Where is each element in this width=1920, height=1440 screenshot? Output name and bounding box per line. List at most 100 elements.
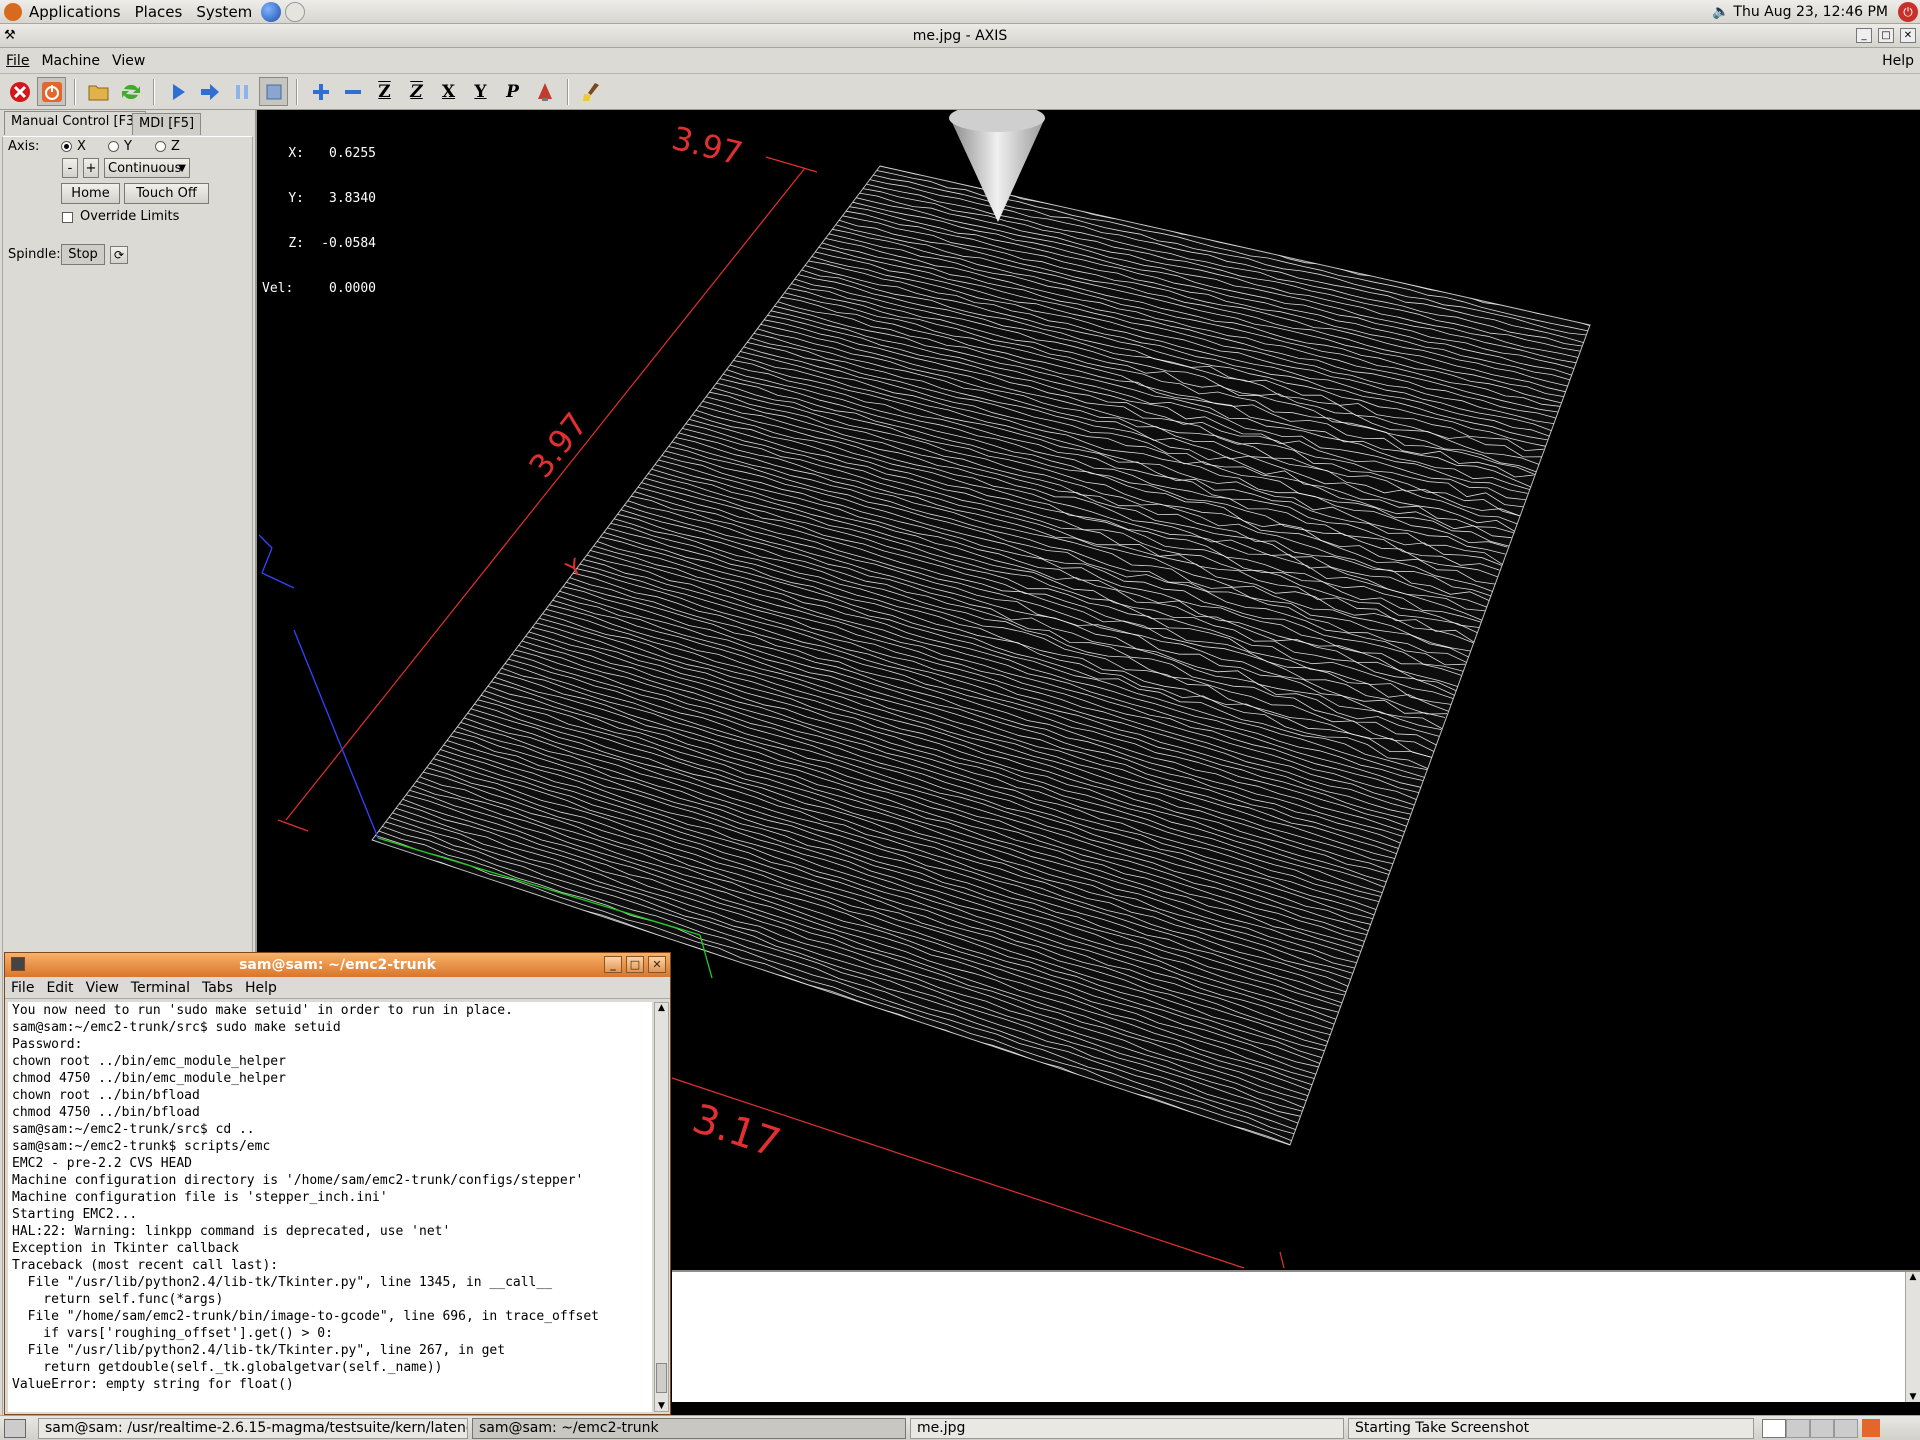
- view-z2-icon[interactable]: Z: [402, 77, 431, 106]
- workspace-1-icon[interactable]: [1762, 1418, 1786, 1438]
- task-axis[interactable]: me.jpg: [910, 1417, 1344, 1439]
- minimize-icon[interactable]: _: [604, 956, 622, 973]
- terminal-menu-help[interactable]: Help: [239, 980, 283, 996]
- mail-icon[interactable]: [285, 1, 306, 22]
- open-file-icon[interactable]: [84, 77, 113, 106]
- terminal-line: File "/usr/lib/python2.4/lib-tk/Tkinter.…: [12, 1275, 553, 1290]
- window-menu-icon[interactable]: ⚒: [4, 24, 16, 48]
- scroll-up-icon[interactable]: ▲: [1906, 1272, 1920, 1282]
- axis-menubar: File Machine View Help: [0, 48, 1920, 74]
- web-browser-icon[interactable]: [261, 1, 282, 22]
- reload-icon[interactable]: [116, 77, 145, 106]
- minimize-icon[interactable]: _: [1856, 28, 1872, 43]
- power-icon[interactable]: [37, 77, 66, 106]
- close-icon[interactable]: ✕: [1900, 28, 1916, 43]
- clear-plot-icon[interactable]: [577, 77, 606, 106]
- terminal-line: Password:: [12, 1037, 83, 1052]
- terminal-line: chown root ../bin/bfload: [12, 1088, 200, 1103]
- scroll-up-icon[interactable]: ▲: [655, 1003, 668, 1013]
- axis-title-bar: ⚒ me.jpg - AXIS _ □ ✕: [0, 24, 1920, 48]
- menu-help[interactable]: Help: [1876, 53, 1920, 69]
- terminal-line: ValueError: empty string for float(): [12, 1377, 294, 1392]
- axis-radio-z[interactable]: Z: [155, 136, 180, 158]
- pause-icon[interactable]: [227, 77, 256, 106]
- run-icon[interactable]: [163, 77, 192, 106]
- terminal-line: Machine configuration file is 'stepper_i…: [12, 1190, 388, 1205]
- estop-icon[interactable]: [5, 77, 34, 106]
- step-icon[interactable]: [195, 77, 224, 106]
- override-limits-checkbox[interactable]: [62, 212, 73, 223]
- dimension-tick-top: [765, 156, 818, 173]
- terminal-menu-terminal[interactable]: Terminal: [125, 980, 196, 996]
- trash-icon[interactable]: [1862, 1419, 1880, 1437]
- view-p-icon[interactable]: P: [498, 77, 527, 106]
- terminal-title: sam@sam: ~/emc2-trunk: [239, 957, 436, 973]
- terminal-menu-view[interactable]: View: [80, 980, 125, 996]
- menu-machine[interactable]: Machine: [35, 53, 106, 69]
- maximize-icon[interactable]: □: [626, 956, 644, 973]
- axis-toolbar: Z Z X Y P: [0, 74, 1920, 110]
- dimension-label-bottom: 3.17: [687, 1096, 786, 1167]
- tab-manual-control[interactable]: Manual Control [F3]: [4, 111, 147, 135]
- terminal-scrollbar[interactable]: ▲ ▼: [654, 1002, 669, 1412]
- terminal-line: chmod 4750 ../bin/emc_module_helper: [12, 1071, 286, 1086]
- scroll-thumb[interactable]: [656, 1363, 667, 1393]
- places-menu[interactable]: Places: [128, 0, 190, 24]
- zoom-out-icon[interactable]: [338, 77, 367, 106]
- stop-icon[interactable]: [259, 77, 288, 106]
- scroll-down-icon[interactable]: ▼: [1906, 1392, 1920, 1402]
- scroll-down-icon[interactable]: ▼: [655, 1401, 668, 1411]
- maximize-icon[interactable]: □: [1878, 28, 1894, 43]
- task-take-screenshot[interactable]: Starting Take Screenshot: [1348, 1417, 1754, 1439]
- axis-radio-x[interactable]: X: [61, 136, 86, 158]
- terminal-menu-tabs[interactable]: Tabs: [196, 980, 239, 996]
- spindle-stop-button[interactable]: Stop: [61, 244, 105, 265]
- workspace-3-icon[interactable]: [1810, 1418, 1834, 1438]
- workspace-4-icon[interactable]: [1834, 1418, 1858, 1438]
- terminal-output[interactable]: You now need to run 'sudo make setuid' i…: [8, 1002, 652, 1412]
- view-y-icon[interactable]: Y: [466, 77, 495, 106]
- dimension-label-top: 3.97: [668, 119, 746, 173]
- view-x-icon[interactable]: X: [434, 77, 463, 106]
- terminal-app-icon[interactable]: [11, 957, 25, 971]
- task-terminal-latency[interactable]: sam@sam: /usr/realtime-2.6.15-magma/test…: [38, 1417, 468, 1439]
- terminal-line: return getdouble(self._tk.globalgetvar(s…: [12, 1360, 443, 1375]
- jog-mode-select[interactable]: Continuous ▼: [104, 158, 190, 178]
- volume-icon[interactable]: 🔈: [1712, 4, 1729, 20]
- gcode-text-area[interactable]: ▲ ▼: [672, 1270, 1920, 1402]
- spindle-rotate-icon[interactable]: ⟳: [110, 246, 128, 264]
- position-readout: X: 0.6255 Y: 3.8340 Z: -0.0584 Vel: 0.0000: [262, 116, 376, 311]
- menu-view[interactable]: View: [106, 53, 151, 69]
- terminal-menubar: File Edit View Terminal Tabs Help: [5, 977, 670, 999]
- home-button[interactable]: Home: [61, 183, 120, 204]
- touch-off-button[interactable]: Touch Off: [124, 183, 209, 204]
- terminal-line: chmod 4750 ../bin/bfload: [12, 1105, 200, 1120]
- zoom-in-icon[interactable]: [306, 77, 335, 106]
- view-z-icon[interactable]: Z: [370, 77, 399, 106]
- ubuntu-logo-icon[interactable]: [4, 2, 22, 21]
- jog-plus-button[interactable]: +: [83, 158, 99, 178]
- terminal-window: sam@sam: ~/emc2-trunk _ □ ✕ File Edit Vi…: [4, 952, 671, 1415]
- terminal-menu-edit[interactable]: Edit: [40, 980, 79, 996]
- applications-menu[interactable]: Applications: [22, 0, 128, 24]
- logout-icon[interactable]: ⏻: [1898, 1, 1918, 22]
- jog-minus-button[interactable]: -: [62, 158, 78, 178]
- tab-mdi[interactable]: MDI [F5]: [132, 113, 202, 135]
- spindle-label: Spindle:: [8, 247, 61, 262]
- system-menu[interactable]: System: [189, 0, 259, 24]
- close-icon[interactable]: ✕: [648, 956, 666, 973]
- terminal-title-bar[interactable]: sam@sam: ~/emc2-trunk _ □ ✕: [5, 953, 670, 977]
- gnome-top-panel: Applications Places System 🔈 Thu Aug 23,…: [0, 0, 1920, 24]
- axis-radio-y[interactable]: Y: [108, 136, 132, 158]
- show-desktop-icon[interactable]: [4, 1418, 26, 1438]
- terminal-menu-file[interactable]: File: [5, 980, 40, 996]
- terminal-line: File "/home/sam/emc2-trunk/bin/image-to-…: [12, 1309, 599, 1324]
- gcode-scrollbar[interactable]: ▲ ▼: [1905, 1272, 1920, 1402]
- toggle-tool-icon[interactable]: [530, 77, 559, 106]
- task-terminal-emc2[interactable]: sam@sam: ~/emc2-trunk: [472, 1417, 906, 1439]
- axis-x-line: [293, 629, 379, 839]
- terminal-line: Starting EMC2...: [12, 1207, 138, 1222]
- menu-file[interactable]: File: [0, 53, 35, 69]
- clock[interactable]: Thu Aug 23, 12:46 PM: [1733, 4, 1888, 20]
- workspace-2-icon[interactable]: [1786, 1418, 1810, 1438]
